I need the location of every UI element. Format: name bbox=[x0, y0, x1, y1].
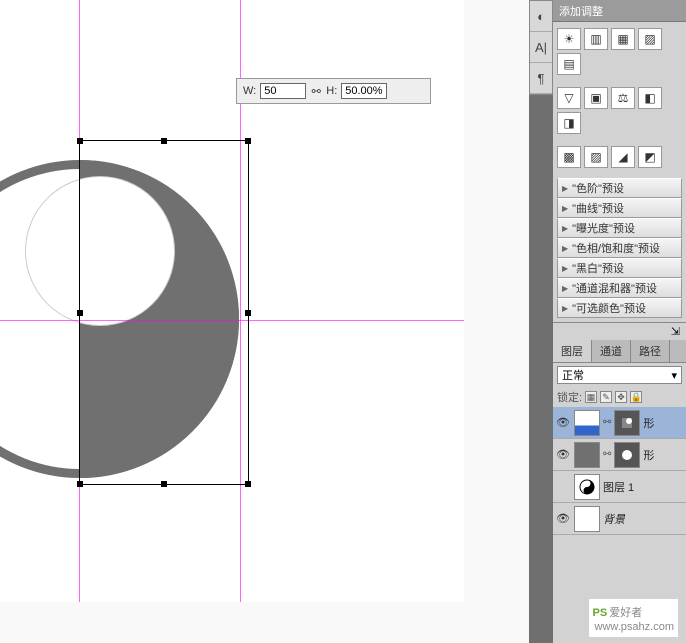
vector-mask[interactable] bbox=[614, 442, 640, 468]
invert-icon[interactable]: ▩ bbox=[557, 146, 581, 168]
link-icon[interactable]: ⚯ bbox=[310, 83, 322, 99]
gradientmap-icon[interactable]: ◩ bbox=[638, 146, 662, 168]
layer-row[interactable]: 👁 ⚯ 形 bbox=[553, 407, 686, 439]
chevron-right-icon: ▶ bbox=[562, 184, 568, 193]
watermark: PS爱好者 www.psahz.com bbox=[589, 599, 678, 637]
handle-sw[interactable] bbox=[77, 481, 83, 487]
preset-curves[interactable]: ▶"曲线"预设 bbox=[557, 198, 682, 218]
link-icon: ⚯ bbox=[603, 449, 611, 460]
character-tab-icon[interactable]: A| bbox=[530, 32, 552, 63]
adjustments-footer: ⇲ bbox=[553, 322, 686, 340]
chevron-down-icon: ▾ bbox=[671, 369, 677, 382]
bw-icon[interactable]: ⚖ bbox=[611, 87, 635, 109]
lock-row: 锁定: ▦ ✎ ✥ 🔒 bbox=[553, 387, 686, 407]
histogram-tab-icon[interactable]: ◐ bbox=[530, 1, 552, 32]
layer-thumb[interactable] bbox=[574, 474, 600, 500]
watermark-url: www.psahz.com bbox=[595, 621, 674, 633]
tab-paths[interactable]: 路径 bbox=[631, 340, 670, 362]
layers-tabs: 图层 通道 路径 bbox=[553, 340, 686, 363]
layer-name: 形 bbox=[643, 415, 654, 431]
width-label: W: bbox=[243, 85, 256, 97]
vector-mask[interactable] bbox=[614, 410, 640, 436]
layer-name: 背景 bbox=[603, 511, 625, 527]
preset-list: ▶"色阶"预设 ▶"曲线"预设 ▶"曝光度"预设 ▶"色相/饱和度"预设 ▶"黑… bbox=[557, 178, 682, 318]
layer-row[interactable]: 👁 ⚯ 形 bbox=[553, 439, 686, 471]
adjustment-row-1: ☀ ▥ ▦ ▨ ▤ bbox=[553, 22, 686, 81]
blend-mode-select[interactable]: 正常▾ bbox=[557, 366, 682, 384]
height-input[interactable] bbox=[341, 83, 387, 99]
visibility-icon[interactable]: 👁 bbox=[555, 447, 571, 463]
chevron-right-icon: ▶ bbox=[562, 244, 568, 253]
preset-channelmixer[interactable]: ▶"通道混和器"预设 bbox=[557, 278, 682, 298]
transform-bounds[interactable] bbox=[79, 140, 249, 485]
adjustment-row-2: ▽ ▣ ⚖ ◧ ◨ bbox=[553, 81, 686, 140]
exposure-icon[interactable]: ▨ bbox=[638, 28, 662, 50]
lock-transparency-icon[interactable]: ▦ bbox=[585, 391, 597, 403]
handle-n[interactable] bbox=[161, 138, 167, 144]
chevron-right-icon: ▶ bbox=[562, 304, 568, 313]
channelmixer-icon[interactable]: ◨ bbox=[557, 112, 581, 134]
watermark-text: 爱好者 bbox=[609, 607, 642, 619]
handle-e[interactable] bbox=[245, 310, 251, 316]
levels-icon[interactable]: ▥ bbox=[584, 28, 608, 50]
blend-mode-row: 正常▾ bbox=[553, 363, 686, 387]
curves-icon[interactable]: ▦ bbox=[611, 28, 635, 50]
tab-layers[interactable]: 图层 bbox=[553, 340, 592, 362]
link-icon: ⚯ bbox=[603, 417, 611, 428]
tab-channels[interactable]: 通道 bbox=[592, 340, 631, 362]
layer-row[interactable]: 👁 背景 bbox=[553, 503, 686, 535]
hue-icon[interactable]: ▽ bbox=[557, 87, 581, 109]
layer-thumb[interactable] bbox=[574, 410, 600, 436]
chevron-right-icon: ▶ bbox=[562, 264, 568, 273]
preset-hue[interactable]: ▶"色相/饱和度"预设 bbox=[557, 238, 682, 258]
handle-s[interactable] bbox=[161, 481, 167, 487]
watermark-logo: PS bbox=[593, 607, 608, 619]
visibility-icon[interactable] bbox=[555, 479, 571, 495]
chevron-right-icon: ▶ bbox=[562, 204, 568, 213]
panel-dock-strip bbox=[529, 95, 553, 643]
lock-all-icon[interactable]: 🔒 bbox=[630, 391, 642, 403]
chevron-right-icon: ▶ bbox=[562, 224, 568, 233]
lock-label: 锁定: bbox=[557, 389, 582, 405]
handle-nw[interactable] bbox=[77, 138, 83, 144]
lock-pixels-icon[interactable]: ✎ bbox=[600, 391, 612, 403]
expand-icon[interactable]: ⇲ bbox=[671, 325, 680, 338]
layer-thumb[interactable] bbox=[574, 442, 600, 468]
adjustment-row-3: ▩ ▨ ◢ ◩ bbox=[553, 140, 686, 174]
layer-row[interactable]: 图层 1 bbox=[553, 471, 686, 503]
lock-position-icon[interactable]: ✥ bbox=[615, 391, 627, 403]
layer-thumb[interactable] bbox=[574, 506, 600, 532]
collapsed-panels: ◐ A| ¶ bbox=[529, 0, 553, 95]
canvas-area[interactable]: W: ⚯ H: bbox=[0, 0, 529, 643]
chevron-right-icon: ▶ bbox=[562, 284, 568, 293]
photofilter-icon[interactable]: ◧ bbox=[638, 87, 662, 109]
threshold-icon[interactable]: ◢ bbox=[611, 146, 635, 168]
paragraph-tab-icon[interactable]: ¶ bbox=[530, 63, 552, 94]
handle-se[interactable] bbox=[245, 481, 251, 487]
layer-name: 形 bbox=[643, 447, 654, 463]
transform-options: W: ⚯ H: bbox=[236, 78, 431, 104]
vibrance-icon[interactable]: ▤ bbox=[557, 53, 581, 75]
preset-levels[interactable]: ▶"色阶"预设 bbox=[557, 178, 682, 198]
panel-stack: 添加调整 ☀ ▥ ▦ ▨ ▤ ▽ ▣ ⚖ ◧ ◨ ▩ ▨ ◢ ◩ ▶"色阶"预设… bbox=[553, 0, 686, 643]
brightness-icon[interactable]: ☀ bbox=[557, 28, 581, 50]
visibility-icon[interactable]: 👁 bbox=[555, 415, 571, 431]
adjustments-header: 添加调整 bbox=[553, 0, 686, 22]
preset-bw[interactable]: ▶"黑白"预设 bbox=[557, 258, 682, 278]
visibility-icon[interactable]: 👁 bbox=[555, 511, 571, 527]
layer-name: 图层 1 bbox=[603, 479, 634, 495]
preset-selectivecolor[interactable]: ▶"可选颜色"预设 bbox=[557, 298, 682, 318]
layer-list: 👁 ⚯ 形 👁 ⚯ 形 图层 1 👁 背景 bbox=[553, 407, 686, 535]
height-label: H: bbox=[326, 85, 337, 97]
handle-ne[interactable] bbox=[245, 138, 251, 144]
width-input[interactable] bbox=[260, 83, 306, 99]
preset-exposure[interactable]: ▶"曝光度"预设 bbox=[557, 218, 682, 238]
posterize-icon[interactable]: ▨ bbox=[584, 146, 608, 168]
handle-w[interactable] bbox=[77, 310, 83, 316]
colorbalance-icon[interactable]: ▣ bbox=[584, 87, 608, 109]
